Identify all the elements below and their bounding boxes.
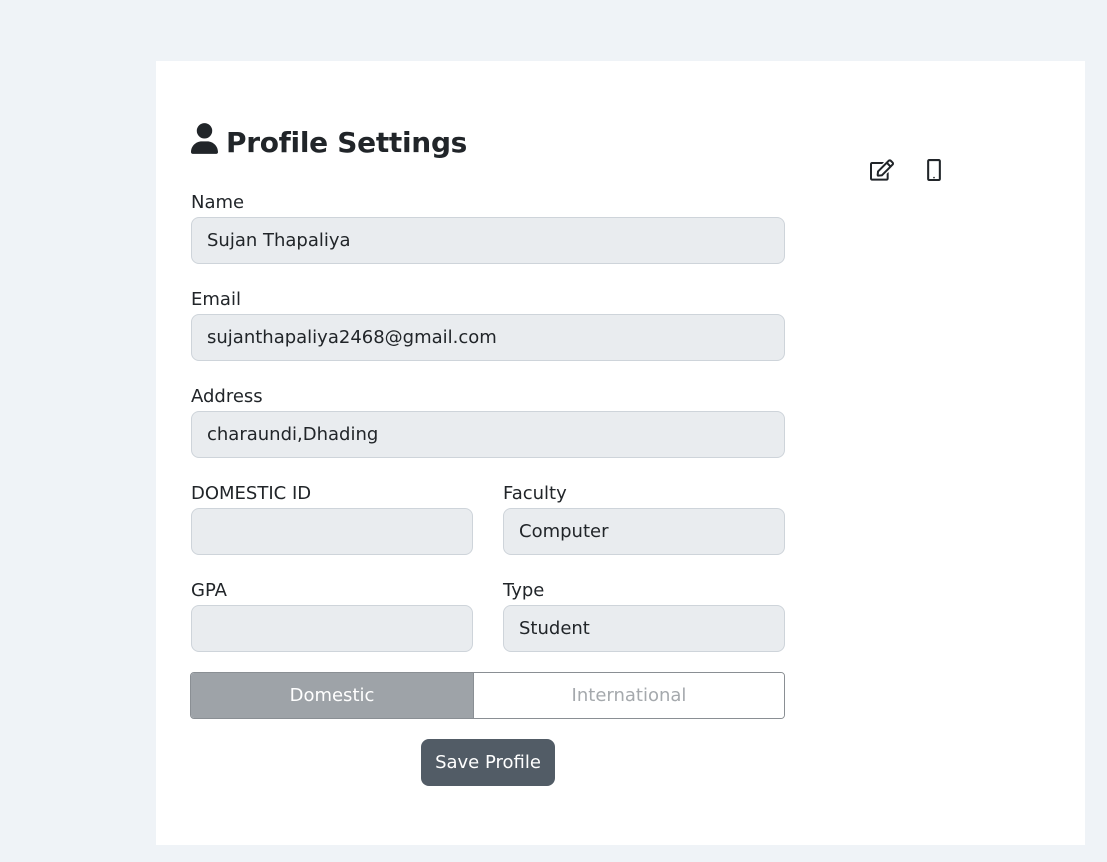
type-field[interactable] bbox=[503, 605, 785, 652]
page-title: Profile Settings bbox=[191, 123, 467, 161]
address-label: Address bbox=[191, 386, 263, 407]
student-type-toggle: Domestic International bbox=[190, 672, 785, 719]
edit-icon[interactable] bbox=[869, 157, 895, 183]
domestic-id-label: DOMESTIC ID bbox=[191, 483, 312, 504]
mobile-icon[interactable] bbox=[921, 157, 947, 183]
gpa-field[interactable] bbox=[191, 605, 473, 652]
faculty-field[interactable] bbox=[503, 508, 785, 555]
gpa-label: GPA bbox=[191, 580, 227, 601]
address-field[interactable] bbox=[191, 411, 785, 458]
user-icon bbox=[191, 123, 226, 161]
domestic-id-field[interactable] bbox=[191, 508, 473, 555]
faculty-label: Faculty bbox=[503, 483, 567, 504]
international-toggle-button[interactable]: International bbox=[473, 673, 784, 718]
profile-card: Profile Settings Name Email Address DOME… bbox=[156, 61, 1085, 845]
page-title-text: Profile Settings bbox=[226, 125, 468, 159]
name-field[interactable] bbox=[191, 217, 785, 264]
name-label: Name bbox=[191, 192, 245, 213]
type-label: Type bbox=[503, 580, 545, 601]
email-label: Email bbox=[191, 289, 241, 310]
domestic-toggle-button[interactable]: Domestic bbox=[191, 673, 473, 718]
email-field[interactable] bbox=[191, 314, 785, 361]
save-profile-button[interactable]: Save Profile bbox=[421, 739, 555, 786]
